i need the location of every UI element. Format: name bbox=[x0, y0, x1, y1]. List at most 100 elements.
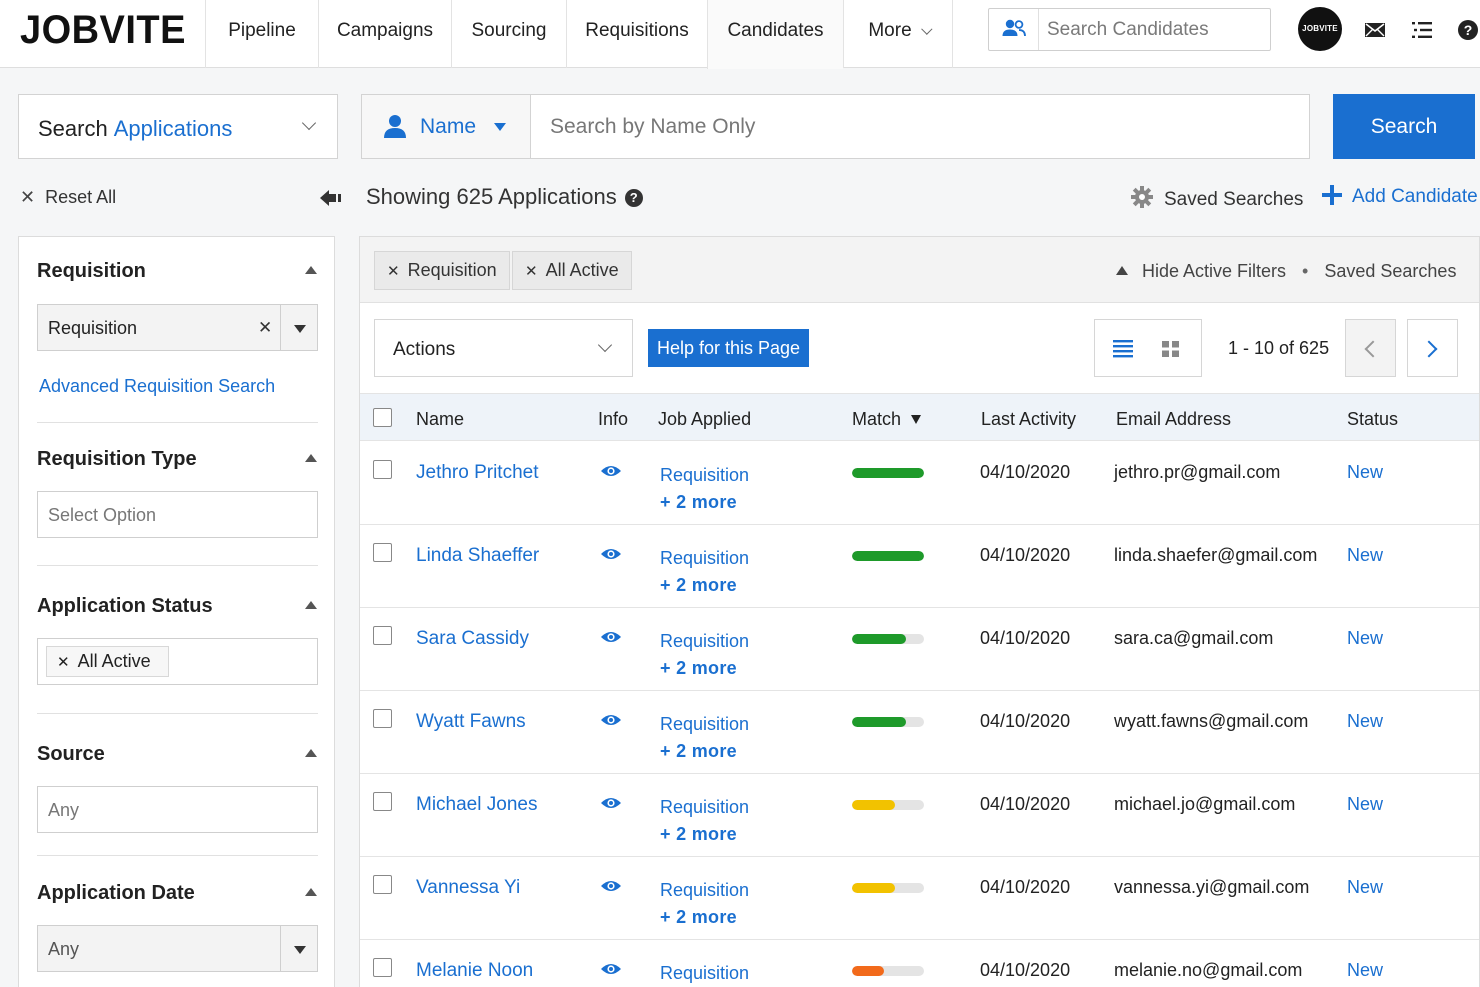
saved-searches-link[interactable]: Saved Searches bbox=[1130, 185, 1303, 211]
row-checkbox[interactable] bbox=[373, 875, 392, 894]
help-icon[interactable]: ? bbox=[1456, 18, 1480, 42]
row-checkbox[interactable] bbox=[373, 543, 392, 562]
status-link[interactable]: New bbox=[1347, 462, 1383, 483]
eye-icon[interactable] bbox=[600, 464, 622, 483]
list-icon[interactable] bbox=[1410, 18, 1434, 42]
status-chip[interactable]: ✕ All Active bbox=[46, 646, 169, 677]
row-checkbox[interactable] bbox=[373, 626, 392, 645]
status-link[interactable]: New bbox=[1347, 628, 1383, 649]
row-checkbox[interactable] bbox=[373, 709, 392, 728]
hide-active-filters-link[interactable]: Hide Active Filters bbox=[1142, 261, 1286, 281]
close-icon[interactable]: ✕ bbox=[387, 263, 400, 280]
nav-tab-sourcing[interactable]: Sourcing bbox=[451, 0, 566, 68]
previous-page-button[interactable] bbox=[1345, 319, 1396, 377]
column-header-last-activity[interactable]: Last Activity bbox=[981, 409, 1076, 430]
source-select[interactable]: Any bbox=[37, 786, 318, 833]
eye-icon[interactable] bbox=[600, 879, 622, 898]
row-checkbox[interactable] bbox=[373, 792, 392, 811]
close-icon[interactable]: ✕ bbox=[525, 263, 538, 280]
column-header-name[interactable]: Name bbox=[416, 409, 464, 430]
search-field-selector[interactable]: Name bbox=[362, 95, 531, 158]
status-link[interactable]: New bbox=[1347, 794, 1383, 815]
job-applied-link[interactable]: Requisition bbox=[660, 960, 749, 987]
more-jobs-link[interactable]: + 2 more bbox=[660, 655, 749, 682]
close-icon[interactable]: ✕ bbox=[57, 654, 70, 671]
collapse-caret-icon[interactable] bbox=[305, 266, 317, 274]
eye-icon[interactable] bbox=[600, 962, 622, 981]
nav-tab-requisitions[interactable]: Requisitions bbox=[566, 0, 707, 68]
active-filter-chip-all-active[interactable]: ✕ All Active bbox=[512, 251, 632, 290]
mail-icon[interactable] bbox=[1363, 18, 1387, 42]
view-toggle bbox=[1094, 319, 1202, 377]
nav-tab-campaigns[interactable]: Campaigns bbox=[318, 0, 451, 68]
more-jobs-link[interactable]: + 2 more bbox=[660, 572, 749, 599]
column-header-job-applied[interactable]: Job Applied bbox=[658, 409, 751, 430]
candidate-search-input[interactable] bbox=[1047, 18, 1257, 42]
nav-tab-pipeline[interactable]: Pipeline bbox=[205, 0, 318, 68]
collapse-caret-icon[interactable] bbox=[305, 454, 317, 462]
requisition-select-value: Requisition bbox=[48, 318, 138, 338]
saved-searches-link[interactable]: Saved Searches bbox=[1324, 261, 1456, 281]
avatar[interactable]: JOBVITE bbox=[1298, 7, 1342, 51]
status-link[interactable]: New bbox=[1347, 877, 1383, 898]
search-scope-select[interactable]: Search Applications bbox=[18, 94, 338, 159]
status-link[interactable]: New bbox=[1347, 711, 1383, 732]
requisition-type-select[interactable]: Select Option bbox=[37, 491, 318, 538]
eye-icon[interactable] bbox=[600, 713, 622, 732]
actions-dropdown[interactable]: Actions bbox=[374, 319, 633, 377]
list-view-icon[interactable] bbox=[1113, 340, 1133, 358]
eye-icon[interactable] bbox=[600, 630, 622, 649]
collapse-caret-icon[interactable] bbox=[305, 601, 317, 609]
collapse-panel-icon[interactable] bbox=[318, 188, 342, 208]
job-applied-link[interactable]: Requisition bbox=[660, 711, 749, 738]
reset-all-button[interactable]: ✕ Reset All bbox=[20, 187, 116, 208]
job-applied-link[interactable]: Requisition bbox=[660, 462, 749, 489]
name-search-input[interactable] bbox=[550, 113, 1250, 141]
add-candidate-button[interactable]: Add Candidate bbox=[1322, 185, 1478, 208]
candidate-name-link[interactable]: Jethro Pritchet bbox=[416, 462, 539, 484]
job-applied-link[interactable]: Requisition bbox=[660, 628, 749, 655]
select-all-checkbox[interactable] bbox=[373, 408, 392, 427]
requisition-select[interactable]: Requisition ✕ bbox=[37, 304, 318, 351]
candidate-name-link[interactable]: Linda Shaeffer bbox=[416, 545, 539, 567]
row-checkbox[interactable] bbox=[373, 460, 392, 479]
divider bbox=[37, 855, 318, 856]
job-applied-link[interactable]: Requisition bbox=[660, 877, 749, 904]
row-checkbox[interactable] bbox=[373, 958, 392, 977]
jobvite-logo[interactable]: JOBVITE bbox=[20, 10, 186, 50]
application-date-select[interactable]: Any bbox=[37, 925, 318, 972]
advanced-requisition-search-link[interactable]: Advanced Requisition Search bbox=[39, 376, 275, 397]
candidate-name-link[interactable]: Sara Cassidy bbox=[416, 628, 529, 650]
candidate-name-link[interactable]: Michael Jones bbox=[416, 794, 537, 816]
eye-icon[interactable] bbox=[600, 547, 622, 566]
active-filter-chip-requisition[interactable]: ✕ Requisition bbox=[374, 251, 510, 290]
column-header-match[interactable]: Match bbox=[852, 409, 922, 430]
next-page-button[interactable] bbox=[1407, 319, 1458, 377]
help-page-button[interactable]: Help for this Page bbox=[648, 329, 809, 367]
more-jobs-link[interactable]: + 2 more bbox=[660, 489, 749, 516]
help-icon[interactable]: ? bbox=[624, 189, 643, 207]
clear-icon[interactable]: ✕ bbox=[258, 318, 272, 338]
eye-icon[interactable] bbox=[600, 796, 622, 815]
job-applied-link[interactable]: Requisition bbox=[660, 545, 749, 572]
candidate-search[interactable] bbox=[988, 8, 1271, 51]
candidate-name-link[interactable]: Vannessa Yi bbox=[416, 877, 520, 899]
candidate-name-link[interactable]: Melanie Noon bbox=[416, 960, 533, 982]
application-status-select[interactable]: ✕ All Active bbox=[37, 638, 318, 685]
nav-tab-more[interactable]: More bbox=[843, 0, 953, 68]
more-jobs-link[interactable]: + 2 more bbox=[660, 821, 749, 848]
collapse-caret-icon[interactable] bbox=[305, 888, 317, 896]
more-jobs-link[interactable]: + 2 more bbox=[660, 904, 749, 931]
job-applied-link[interactable]: Requisition bbox=[660, 794, 749, 821]
more-jobs-link[interactable]: + 2 more bbox=[660, 738, 749, 765]
status-link[interactable]: New bbox=[1347, 545, 1383, 566]
nav-tab-candidates[interactable]: Candidates bbox=[707, 0, 843, 69]
status-link[interactable]: New bbox=[1347, 960, 1383, 981]
collapse-caret-icon[interactable] bbox=[305, 749, 317, 757]
filter-title-application-status: Application Status bbox=[37, 595, 213, 617]
candidate-name-link[interactable]: Wyatt Fawns bbox=[416, 711, 526, 733]
column-header-email[interactable]: Email Address bbox=[1116, 409, 1231, 430]
search-button[interactable]: Search bbox=[1333, 94, 1475, 159]
column-header-status[interactable]: Status bbox=[1347, 409, 1398, 430]
grid-view-icon[interactable] bbox=[1162, 341, 1180, 358]
